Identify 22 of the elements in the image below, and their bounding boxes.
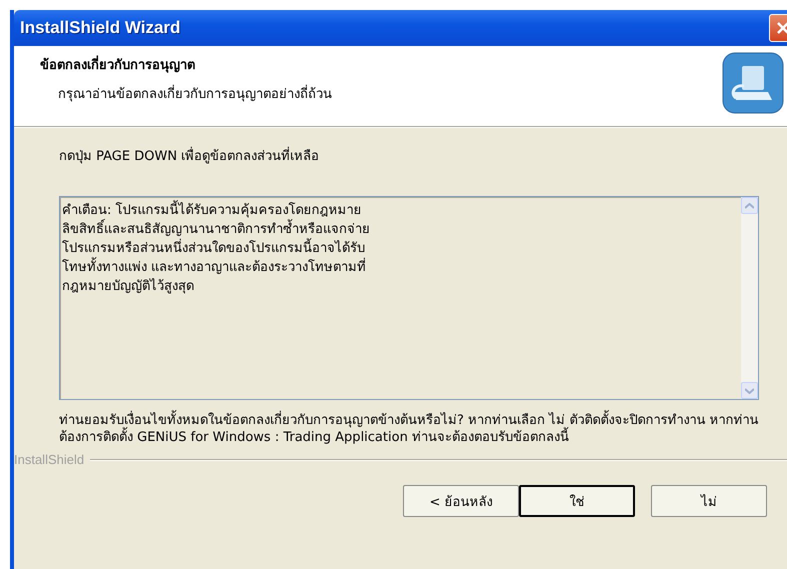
brand-label: InstallShield (14, 452, 84, 467)
header-title: ข้อตกลงเกี่ยวกับการอนุญาต (40, 54, 332, 75)
license-line: กฎหมายบัญญัติไว้สูงสุด (62, 277, 195, 296)
computer-icon (722, 52, 784, 114)
header-subtitle: กรุณาอ่านข้อตกลงเกี่ยวกับการอนุญาตอย่างถี่ถ้วน (40, 83, 332, 104)
question-text: ท่านยอมรับเงื่อนไขทั้งหมดในข้อตกลงเกี่ยวกับการอนุญาตข้างต้นหรือไม่? หากท่านเลือก ไม่ ตัวติดตั้งจะปิดการทำงาน หากท่านต้องการติดตั้ง GENiUS for Windows : Trading Application ท่านจะต้องตอบรับข้อตกลงนี้ (59, 412, 759, 446)
license-line: โทษทั้งทางแพ่ง และทางอาญาและต้องระวางโทษตามที่ (62, 258, 739, 277)
dialog-button[interactable]: ใช่ (519, 485, 635, 517)
close-icon (775, 20, 787, 36)
scrollbar[interactable] (741, 197, 758, 399)
dialog-button[interactable]: ไม่ (651, 485, 767, 517)
dialog-button[interactable]: < ย้อนหลัง (403, 485, 519, 517)
caret-up-icon (745, 202, 754, 208)
license-text-box[interactable] (59, 196, 759, 400)
license-line: ลิขสิทธิ์และสนธิสัญญานานาชาติการทำซ้ำหรือแจกจ่าย (62, 220, 739, 239)
license-line: โปรแกรมหรือส่วนหนึ่งส่วนใดของโปรแกรมนี้อาจได้รับ (62, 239, 739, 258)
window-title: InstallShield Wizard (20, 18, 180, 38)
instruction-text: กดปุ่ม PAGE DOWN เพื่อดูข้อตกลงส่วนที่เหลือ (59, 145, 759, 166)
caret-down-icon (745, 388, 754, 394)
scroll-down-button[interactable] (741, 382, 758, 399)
license-line: คำเตือน: โปรแกรมนี้ได้รับความคุ้มครองโดยกฎหมาย (62, 201, 739, 220)
scroll-up-button[interactable] (741, 197, 758, 214)
